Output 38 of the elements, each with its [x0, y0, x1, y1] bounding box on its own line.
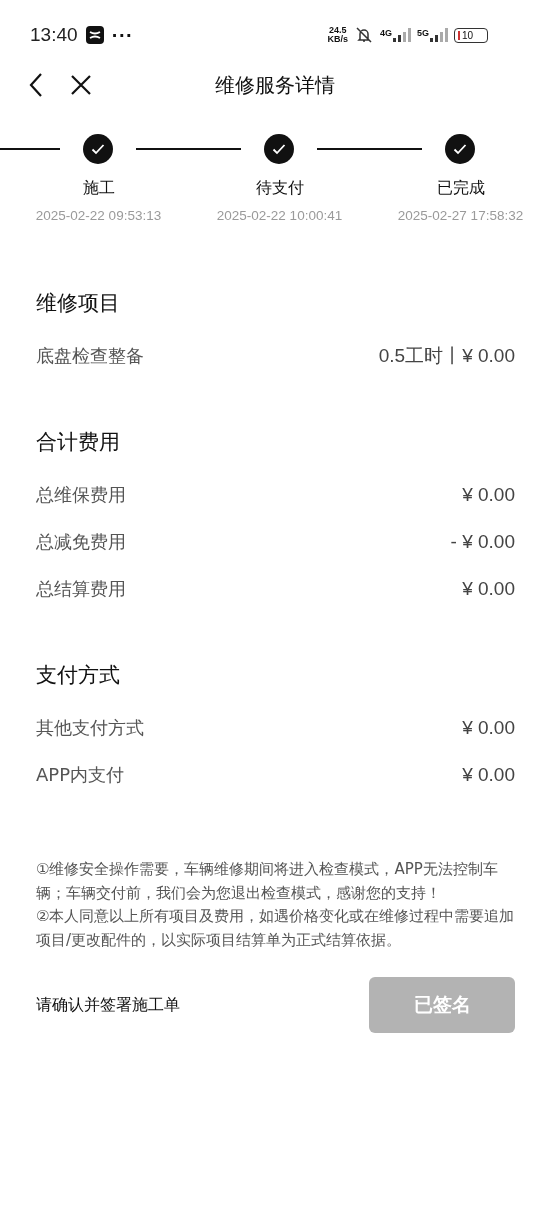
more-notifications: ··· — [111, 25, 133, 45]
signal-icon — [393, 28, 411, 42]
row-value: ¥ 0.00 — [462, 763, 515, 786]
step-time: 2025-02-27 17:58:32 — [397, 207, 524, 225]
row-value: 0.5工时丨¥ 0.00 — [378, 343, 515, 368]
row-label: 总减免费用 — [36, 529, 126, 554]
network-speed: 24.5 — [328, 26, 347, 35]
app-icon — [85, 26, 104, 44]
row-value: ¥ 0.00 — [462, 577, 515, 600]
notice-text: ①维修安全操作需要，车辆维修期间将进入检查模式，APP无法控制车辆；车辆交付前，我们会为您退出检查模式，感谢您的支持！ — [36, 859, 499, 904]
page-title: 维修服务详情 — [215, 71, 335, 99]
status-time: 13:40 — [30, 24, 78, 46]
notice-text: ②本人同意以上所有项目及费用，如遇价格变化或在维修过程中需要追加项目/更改配件的，以实际项目结算单为正式结算依据。 — [36, 906, 516, 951]
row-value: ¥ 0.00 — [462, 483, 515, 506]
step-label: 施工 — [82, 177, 115, 199]
row-label: 总维保费用 — [36, 482, 126, 507]
row-value: ¥ 0.00 — [462, 716, 515, 739]
speed-unit: KB/s — [327, 35, 348, 44]
step-time: 2025-02-22 09:53:13 — [35, 207, 162, 225]
section-title: 支付方式 — [36, 662, 121, 689]
muted-bell-icon — [353, 26, 374, 44]
step-label: 已完成 — [436, 177, 485, 199]
step-label: 待支付 — [255, 177, 304, 199]
step-time: 2025-02-22 10:00:41 — [216, 207, 343, 225]
battery-indicator: 10 — [454, 27, 488, 43]
section-title: 合计费用 — [36, 429, 121, 456]
row-label: 底盘检查整备 — [36, 343, 144, 368]
row-label: 总结算费用 — [36, 576, 126, 601]
section-title: 维修项目 — [36, 290, 121, 317]
back-icon[interactable] — [28, 72, 44, 98]
network-type: 5G — [417, 28, 429, 38]
sign-prompt: 请确认并签署施工单 — [36, 994, 180, 1016]
signal-icon — [430, 28, 448, 42]
row-label: APP内支付 — [36, 762, 125, 787]
row-value: - ¥ 0.00 — [450, 530, 515, 553]
network-type: 4G — [379, 28, 392, 38]
close-icon[interactable] — [70, 74, 92, 96]
row-label: 其他支付方式 — [36, 715, 144, 740]
